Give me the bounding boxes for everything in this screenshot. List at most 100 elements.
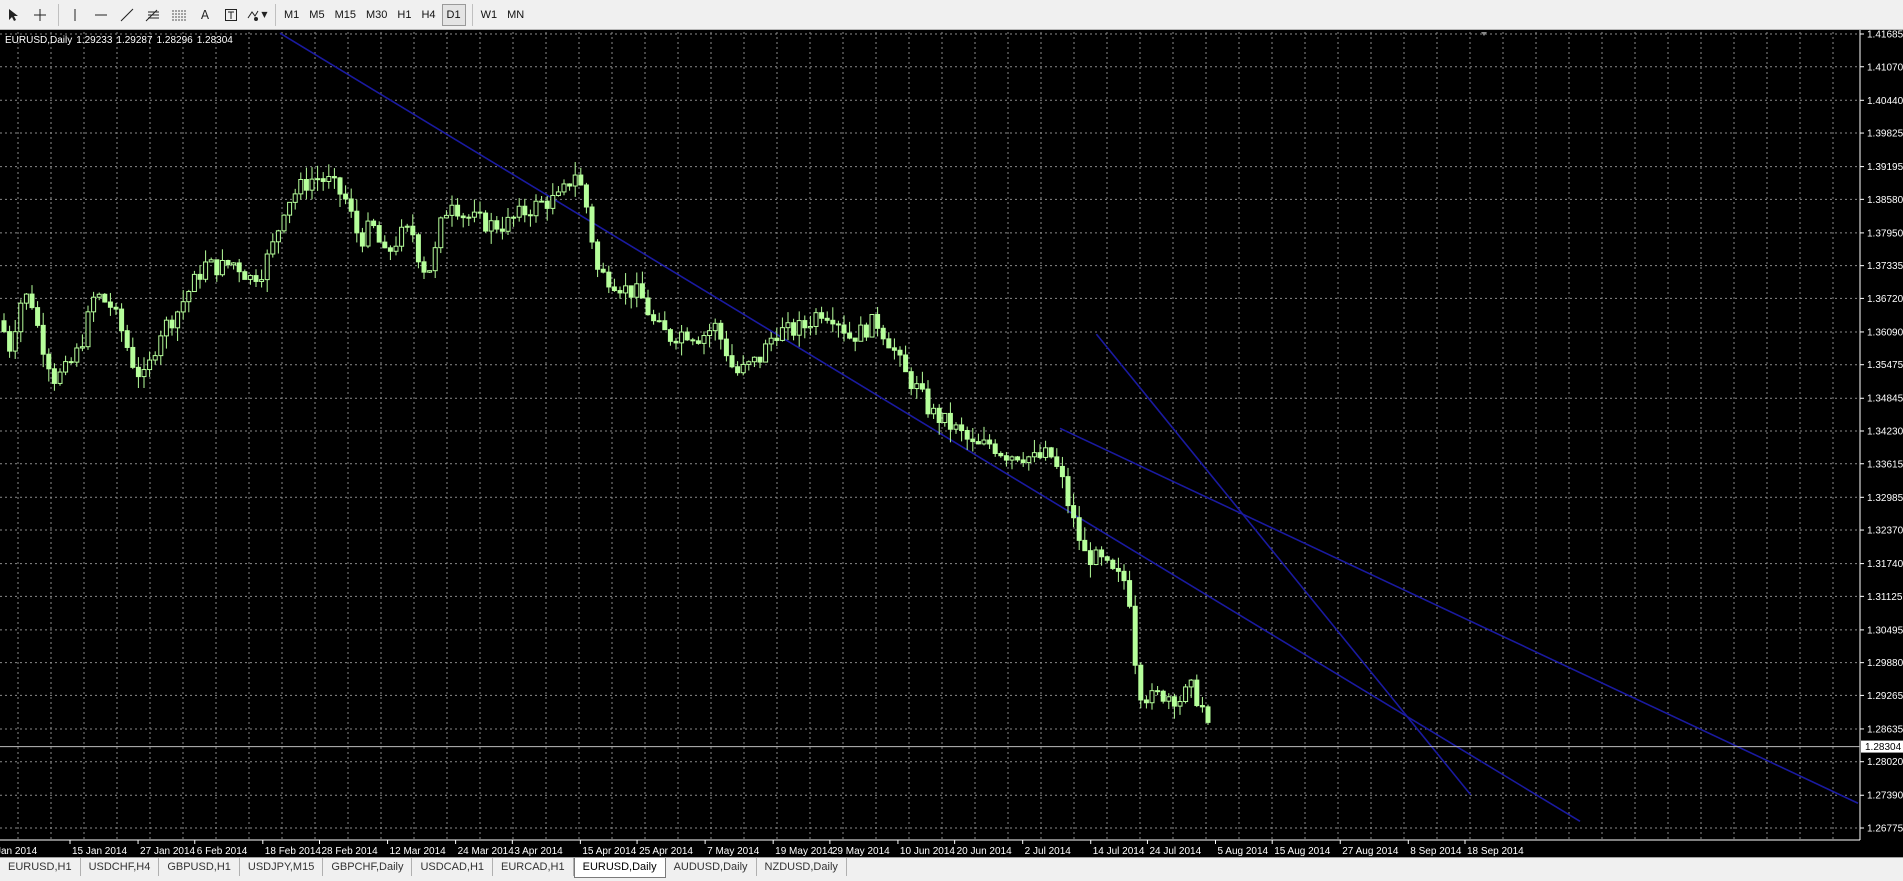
tab-eurcad-h1[interactable]: EURCAD,H1	[493, 858, 574, 876]
horizontal-line-icon[interactable]	[89, 4, 113, 26]
channel-line[interactable]	[1095, 333, 1472, 796]
candle-bear	[421, 261, 427, 273]
candle-bull	[931, 407, 937, 415]
candle-bull	[746, 361, 752, 365]
timeframe-m15-button[interactable]: M15	[331, 4, 360, 26]
timeframe-m30-button[interactable]: M30	[362, 4, 391, 26]
candle-bull	[712, 322, 718, 332]
fibonacci-icon[interactable]	[141, 4, 165, 26]
candle-bear	[718, 322, 724, 340]
candle-bull	[1183, 686, 1189, 703]
tab-nzdusd-daily[interactable]: NZDUSD,Daily	[757, 858, 847, 876]
timeframe-d1-button[interactable]: D1	[441, 3, 466, 26]
channel-line[interactable]	[279, 32, 1581, 823]
candle-bull	[208, 259, 214, 263]
timeframe-m5-button[interactable]: M5	[305, 4, 328, 26]
price-tick-label: 1.39195	[1867, 162, 1903, 173]
price-tick-label: 1.30495	[1867, 625, 1903, 636]
candle-bear	[460, 215, 466, 219]
timeframe-w1-button[interactable]: W1	[477, 4, 502, 26]
price-tick-label: 1.41070	[1867, 62, 1903, 73]
timeframe-m1-button[interactable]: M1	[280, 4, 303, 26]
candle-bull	[1031, 452, 1037, 458]
candle-bear	[455, 204, 461, 217]
timeframe-h4-button[interactable]: H4	[417, 4, 439, 26]
candle-bear	[1071, 505, 1077, 519]
candle-bear	[253, 275, 259, 282]
tab-audusd-daily[interactable]: AUDUSD,Daily	[666, 858, 757, 876]
candle-bull	[443, 214, 449, 219]
text-label-icon[interactable]	[219, 4, 243, 26]
price-tick-label: 1.32370	[1867, 526, 1903, 537]
chart-canvas[interactable]: 1.41685 1.41070 1.40440 1.39825 1.39195 1.385…	[0, 30, 1903, 857]
tab-eurusd-daily[interactable]: EURUSD,Daily	[573, 858, 666, 878]
toolbar-separator	[58, 3, 59, 26]
candle-bear	[1087, 550, 1093, 566]
tab-usdcad-h1[interactable]: USDCAD,H1	[412, 858, 494, 876]
candle-bear	[925, 388, 931, 415]
chart-toolbar: A ▼ M1 M5 M15 M30 H1 H4 D1 W1 MN	[0, 0, 1903, 30]
candle-bear	[1048, 447, 1054, 458]
channel-icon[interactable]	[167, 4, 191, 26]
trendline-icon[interactable]	[115, 4, 139, 26]
candle-bear	[600, 268, 606, 273]
timeframe-mn-button[interactable]: MN	[503, 4, 528, 26]
candle-bear	[841, 324, 847, 334]
candle-bear	[331, 176, 337, 179]
tab-gbpchf-daily[interactable]: GBPCHF,Daily	[323, 858, 413, 876]
ohlc-close: 1.28304	[196, 35, 233, 46]
candle-bull	[432, 247, 438, 272]
tab-usdchf-h4[interactable]: USDCHF,H4	[81, 858, 160, 876]
price-tick-label: 1.36720	[1867, 294, 1903, 305]
chart-header: EURUSD,Daily 1.29233 1.29287 1.28296 1.28304	[5, 35, 237, 46]
timeframe-h1-button[interactable]: H1	[393, 4, 415, 26]
candle-bear	[617, 290, 623, 294]
price-tick-label: 1.41685	[1867, 30, 1903, 41]
candle-bear	[1194, 679, 1200, 707]
candle-bear	[1127, 580, 1133, 607]
tab-gbpusd-h1[interactable]: GBPUSD,H1	[159, 858, 240, 876]
time-tick-label: 5 Aug 2014	[1217, 846, 1268, 857]
price-tick-label: 1.36090	[1867, 327, 1903, 338]
candle-bear	[919, 383, 925, 390]
candle-bull	[259, 279, 265, 282]
time-tick-label: 18 Sep 2014	[1467, 846, 1524, 857]
candle-bear	[723, 338, 729, 357]
cursor-arrow-icon[interactable]	[2, 4, 26, 26]
candle-bull	[287, 201, 293, 216]
time-tick-label: 27 Jan 2014	[140, 846, 195, 857]
candle-bull	[858, 324, 864, 342]
candle-bear	[835, 323, 841, 326]
candle-bear	[1076, 517, 1082, 541]
candle-bear	[684, 331, 690, 341]
time-tick-label: 3 Apr 2014	[514, 846, 563, 857]
candle-bear	[667, 329, 673, 342]
tab-eurusd-h1[interactable]: EURUSD,H1	[0, 858, 81, 876]
candle-bear	[735, 366, 741, 374]
time-tick-label: 15 Aug 2014	[1274, 846, 1331, 857]
candle-bull	[219, 259, 225, 276]
price-tick-label: 1.31125	[1867, 592, 1903, 603]
candle-bull	[399, 226, 405, 247]
crosshair-icon[interactable]	[28, 4, 52, 26]
candle-bear	[1003, 455, 1009, 461]
price-chart[interactable]: 1.41685 1.41070 1.40440 1.39825 1.39195 1.385…	[0, 30, 1903, 857]
text-tool-button[interactable]: A	[193, 4, 217, 26]
candle-bear	[499, 228, 505, 232]
time-tick-label: 24 Jul 2014	[1149, 846, 1201, 857]
candle-bear	[354, 210, 360, 234]
candle-bear	[522, 205, 528, 216]
vertical-line-icon[interactable]	[63, 4, 87, 26]
time-tick-label: 28 Feb 2014	[322, 846, 379, 857]
candle-bear	[1143, 699, 1149, 704]
candle-bear	[197, 273, 203, 280]
time-tick-label: 18 Feb 2014	[265, 846, 322, 857]
price-tick-label: 1.27390	[1867, 791, 1903, 802]
shapes-dropdown[interactable]: ▼	[245, 4, 269, 26]
candle-bull	[634, 283, 640, 298]
candle-bear	[578, 174, 584, 186]
candle-bull	[326, 176, 332, 182]
price-tick-label: 1.31740	[1867, 559, 1903, 570]
tab-usdjpy-m15[interactable]: USDJPY,M15	[240, 858, 324, 876]
candle-bear	[359, 232, 365, 247]
